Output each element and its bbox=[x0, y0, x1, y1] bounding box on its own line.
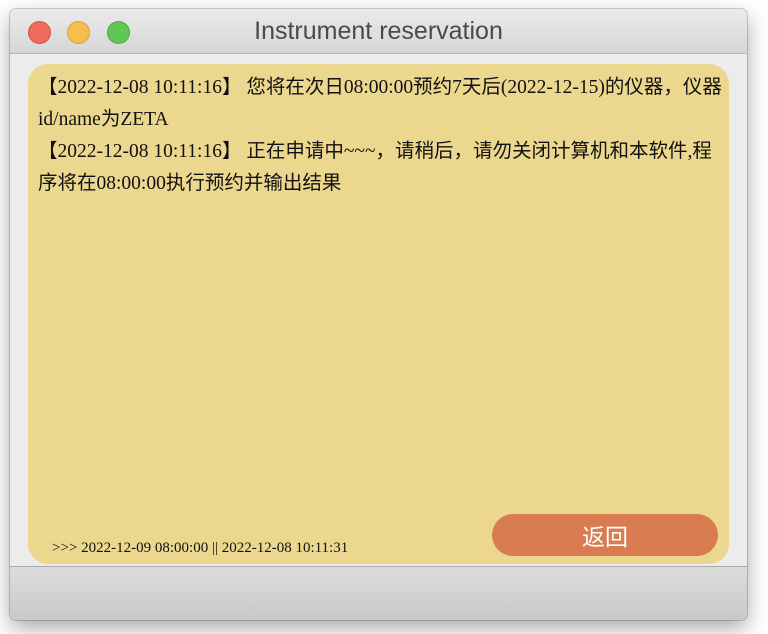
status-timestamp: >>> 2022-12-09 08:00:00 || 2022-12-08 10… bbox=[52, 540, 349, 556]
zoom-window-button[interactable] bbox=[107, 21, 130, 44]
bottom-bar bbox=[10, 566, 747, 620]
log-panel: 【2022-12-08 10:11:16】 您将在次日08:00:00预约7天后… bbox=[28, 64, 729, 564]
log-line: 【2022-12-08 10:11:16】 您将在次日08:00:00预约7天后… bbox=[38, 77, 722, 130]
log-line: 【2022-12-08 10:11:16】 正在申请中~~~，请稍后，请勿关闭计… bbox=[38, 141, 712, 194]
close-window-button[interactable] bbox=[28, 21, 51, 44]
title-bar[interactable]: Instrument reservation bbox=[10, 9, 747, 54]
app-window: Instrument reservation 【2022-12-08 10:11… bbox=[10, 9, 747, 620]
minimize-window-button[interactable] bbox=[67, 21, 90, 44]
log-output: 【2022-12-08 10:11:16】 您将在次日08:00:00预约7天后… bbox=[38, 72, 722, 200]
back-button[interactable]: 返回 bbox=[492, 514, 718, 556]
